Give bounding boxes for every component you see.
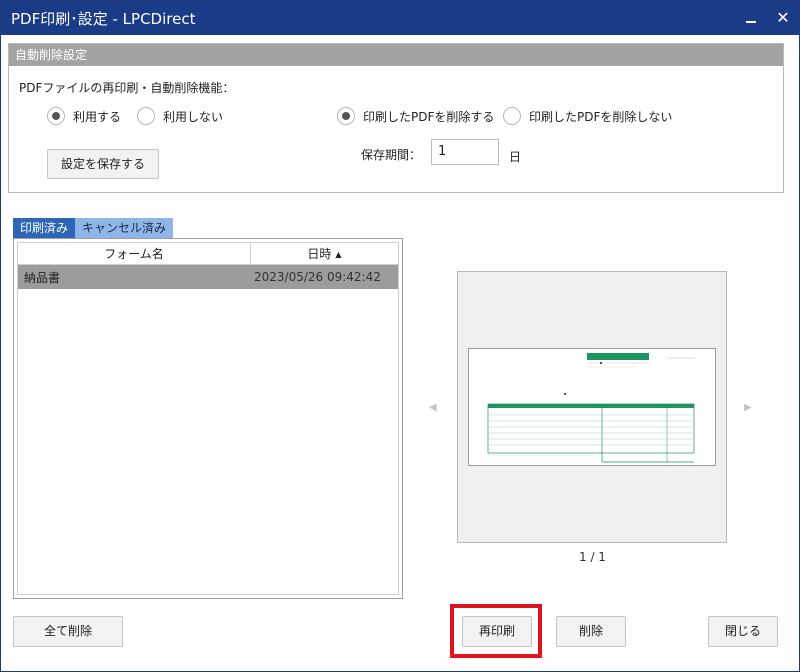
next-page-icon[interactable]: ▶ [744,402,752,413]
save-settings-button[interactable]: 設定を保存する [47,149,159,179]
radio-delete-printed[interactable]: 印刷したPDFを削除する [337,106,494,126]
radio-use[interactable]: 利用する [47,106,121,126]
delete-button[interactable]: 削除 [556,616,626,647]
printed-list: フォーム名 日時 ▲ 納品書 2023/05/26 09:42:42 [13,238,403,599]
radio-delete-printed-label: 印刷したPDFを削除する [363,109,495,124]
window: PDF印刷･設定 - LPCDirect ✕ 自動削除設定 PDFファイルの再印… [0,0,800,672]
radio-use-circle[interactable] [47,107,65,125]
close-icon: ✕ [776,8,790,27]
column-header-datetime[interactable]: 日時 ▲ [251,243,398,265]
page-indicator: 1 / 1 [579,550,606,564]
radio-use-label: 利用する [73,109,122,124]
radio-not-use-circle[interactable] [137,107,155,125]
radio-keep-printed-label: 印刷したPDFを削除しない [529,109,673,124]
sort-ascending-icon: ▲ [335,250,342,259]
tab-bar: 印刷済み キャンセル済み [13,218,174,238]
retention-period-input[interactable]: 1 [431,139,499,165]
retention-period-unit: 日 [509,150,522,164]
radio-not-use[interactable]: 利用しない [137,106,223,126]
list-header: フォーム名 日時 ▲ [18,243,398,265]
function-label: PDFファイルの再印刷・自動削除機能： [19,81,235,95]
datetime-cell: 2023/05/26 09:42:42 [254,270,381,284]
column-datetime-label: 日時 [307,247,332,261]
radio-keep-printed-circle[interactable] [503,107,521,125]
tab-printed[interactable]: 印刷済み [13,218,76,238]
close-button[interactable]: 閉じる [708,616,778,647]
pdf-page-thumbnail [468,348,716,466]
reprint-button[interactable]: 再印刷 [462,616,532,647]
previous-page-icon[interactable]: ◀ [429,402,437,413]
radio-delete-printed-circle[interactable] [337,107,355,125]
tab-cancelled[interactable]: キャンセル済み [75,218,174,238]
table-row[interactable]: 納品書 2023/05/26 09:42:42 [18,265,398,289]
settings-header: 自動削除設定 [9,44,783,66]
invoice-thumbnail-graphic [487,353,695,463]
retention-period-label: 保存期間： [361,148,422,162]
pdf-preview-pane [457,271,727,543]
close-window-button[interactable]: ✕ [769,5,797,31]
column-form-name-label: フォーム名 [104,247,164,261]
list-view: フォーム名 日時 ▲ 納品書 2023/05/26 09:42:42 [17,242,399,595]
radio-not-use-label: 利用しない [163,109,224,124]
window-title: PDF印刷･設定 - LPCDirect [11,10,196,28]
radio-keep-printed[interactable]: 印刷したPDFを削除しない [503,106,672,126]
auto-delete-settings-group: 自動削除設定 PDFファイルの再印刷・自動削除機能： 利用する 利用しない 印刷… [8,43,784,193]
delete-all-button[interactable]: 全て削除 [13,616,123,647]
minimize-button[interactable] [737,5,765,31]
minimize-icon [746,21,756,23]
form-name-cell: 納品書 [24,271,61,285]
title-bar: PDF印刷･設定 - LPCDirect ✕ [1,1,799,35]
column-header-form-name[interactable]: フォーム名 [18,243,251,265]
